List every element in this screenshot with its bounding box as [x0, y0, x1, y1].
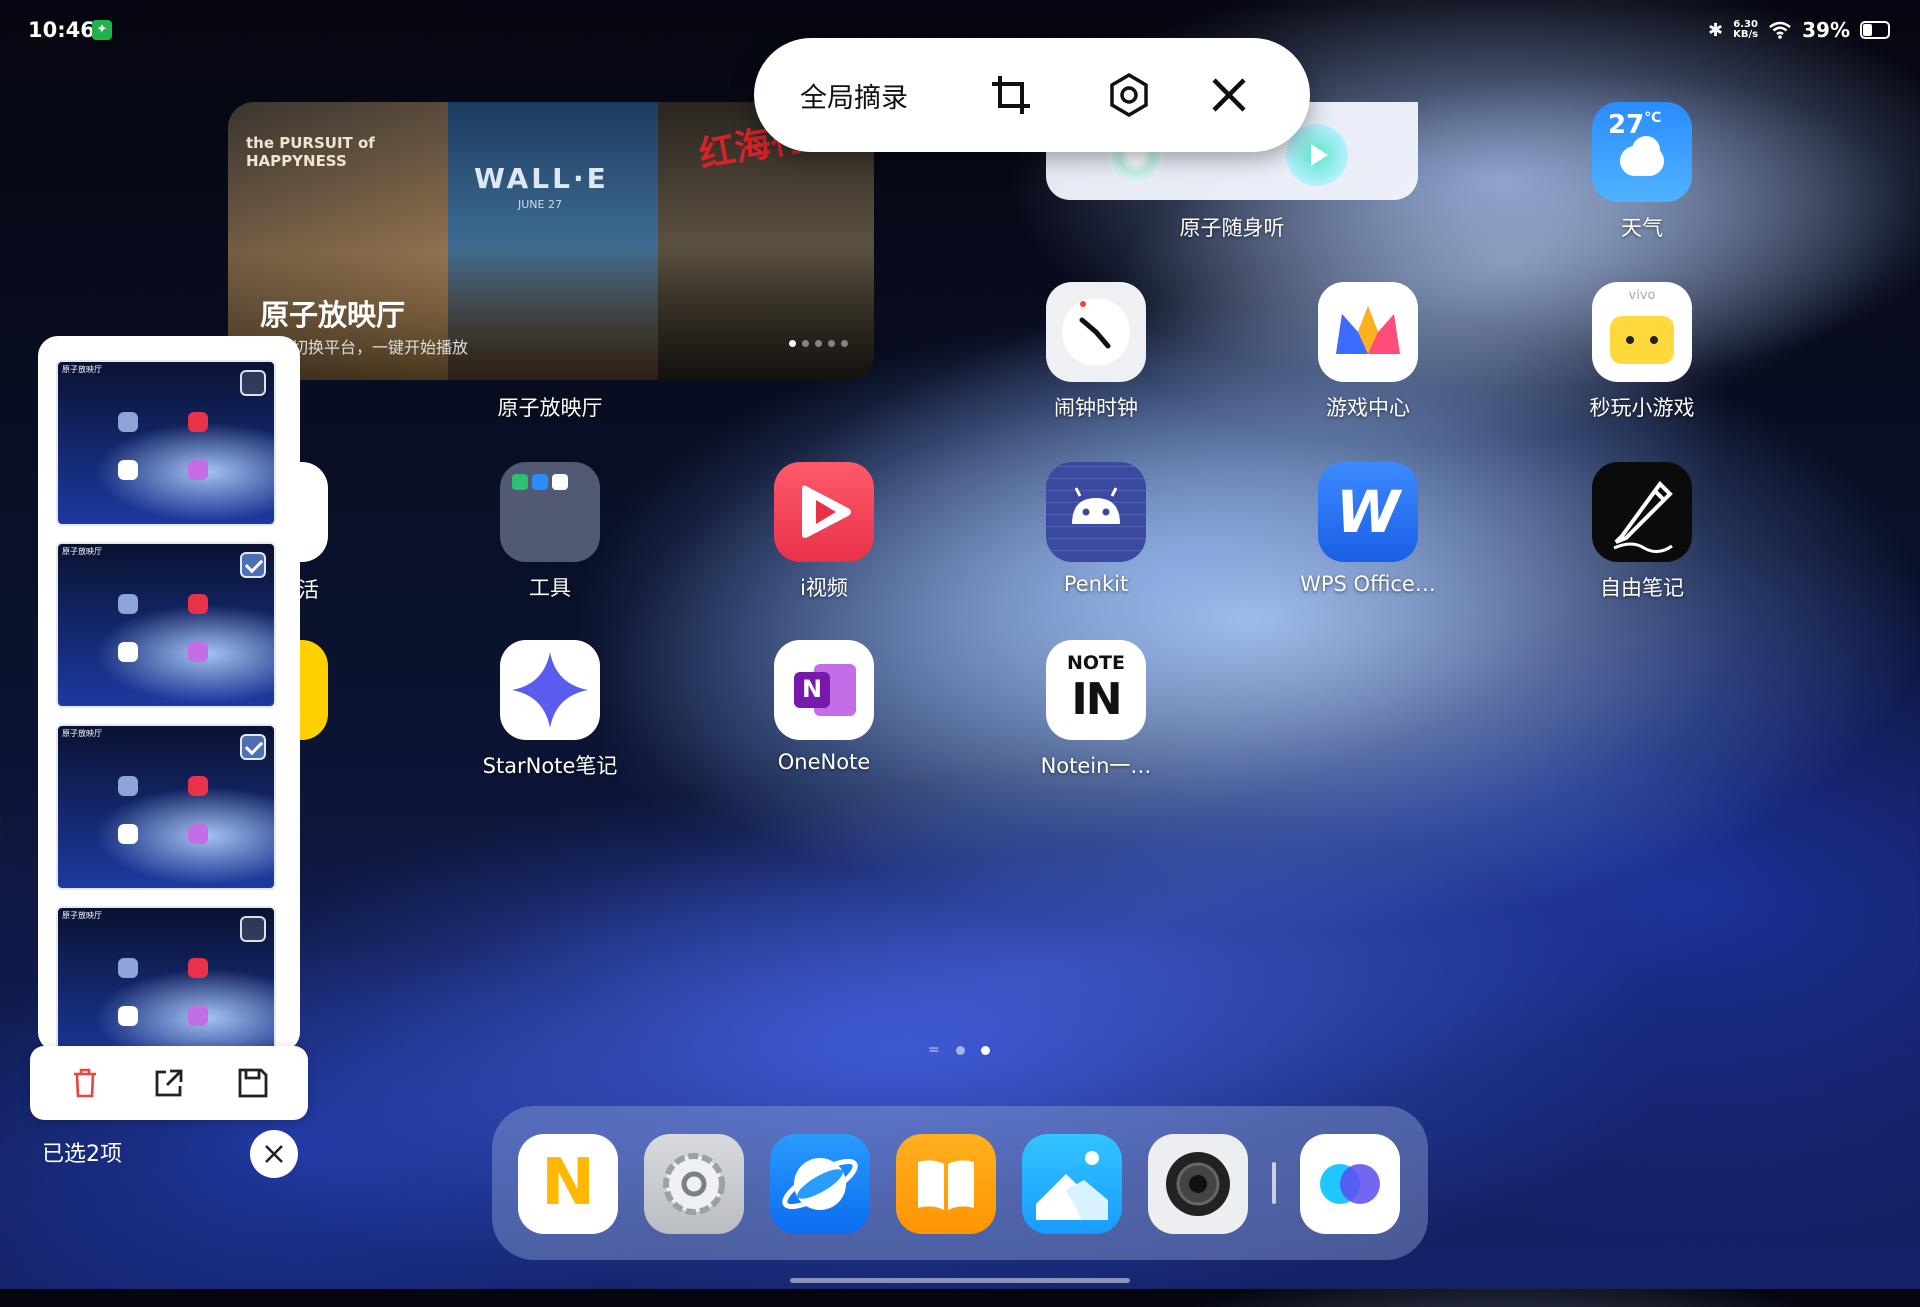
- battery-percent: 39%: [1802, 18, 1850, 42]
- capture-toolbar: 全局摘录: [754, 38, 1310, 152]
- thumbnail-checkbox[interactable]: [240, 916, 266, 942]
- widget-title: 原子放映厅: [260, 298, 406, 332]
- app-weather[interactable]: 27℃ 天气: [1552, 102, 1732, 242]
- screenshot-thumbnail[interactable]: 原子放映厅: [56, 542, 276, 708]
- carousel-dots: [789, 340, 848, 347]
- app-clock[interactable]: 闹钟时钟: [1006, 282, 1186, 422]
- android-icon: [1046, 462, 1146, 562]
- app-tools-folder[interactable]: 工具: [460, 462, 640, 602]
- selection-actions: [30, 1046, 308, 1120]
- selected-count: 已选2项: [42, 1142, 122, 1167]
- close-icon: [265, 1145, 283, 1163]
- page-indicator-menu: =: [928, 1042, 940, 1058]
- weather-icon: 27℃: [1592, 102, 1692, 202]
- poster-title: the PURSUIT of HAPPYNESS: [246, 134, 375, 170]
- star-icon: [500, 640, 600, 740]
- app-penkit[interactable]: Penkit: [1006, 462, 1186, 596]
- thumbnail-checkbox-checked[interactable]: [240, 734, 266, 760]
- share-icon[interactable]: [150, 1064, 188, 1102]
- photo-icon[interactable]: [1022, 1134, 1122, 1234]
- app-free-notes[interactable]: 自由笔记: [1552, 462, 1732, 602]
- screenshot-thumbnail[interactable]: 原子放映厅: [56, 360, 276, 526]
- settings-icon[interactable]: [1106, 72, 1152, 118]
- book-icon[interactable]: [896, 1134, 996, 1234]
- page-dot: [955, 1045, 965, 1055]
- net-speed: 6.30 KB/s: [1733, 19, 1759, 40]
- game-center-icon: [1318, 282, 1418, 382]
- page-indicator[interactable]: =: [928, 1042, 990, 1058]
- widget-label: 原子放映厅: [497, 396, 603, 420]
- close-selection-button[interactable]: [250, 1130, 298, 1178]
- walle-logo: WALL·E: [474, 162, 609, 195]
- pen-icon: [1592, 462, 1692, 562]
- dock-separator: [1272, 1162, 1276, 1204]
- gear-icon[interactable]: [644, 1134, 744, 1234]
- onenote-icon: N: [774, 640, 874, 740]
- vivo-brand: vivo: [1628, 288, 1656, 303]
- app-starnote[interactable]: StarNote笔记: [460, 640, 640, 780]
- app-mini-games[interactable]: vivo 秒玩小游戏: [1552, 282, 1732, 422]
- close-icon[interactable]: [1206, 72, 1252, 118]
- selection-tray: 原子放映厅 原子放映厅 原子放映厅 原子放映厅: [38, 336, 300, 1052]
- bluetooth-icon: ✱: [1708, 19, 1724, 41]
- crop-icon[interactable]: [988, 72, 1034, 118]
- movie-widget[interactable]: the PURSUIT of HAPPYNESS WALL·E JUNE 27 …: [228, 102, 874, 380]
- home-indicator[interactable]: [790, 1278, 1130, 1283]
- battery-icon: [1860, 21, 1890, 39]
- app-game-center[interactable]: 游戏中心: [1278, 282, 1458, 422]
- wps-icon: W: [1318, 462, 1418, 562]
- clock-icon: [1046, 282, 1146, 382]
- page-dot-active: [980, 1045, 990, 1055]
- screenshot-thumbnail[interactable]: 原子放映厅: [56, 906, 276, 1052]
- app-onenote[interactable]: N OneNote: [734, 640, 914, 774]
- partial-app-label: 活: [298, 578, 319, 602]
- app-notein[interactable]: NOTE IN Notein一…: [1006, 640, 1186, 780]
- music-widget-label: 原子随身听: [1179, 216, 1285, 240]
- circles-icon[interactable]: [1300, 1134, 1400, 1234]
- thumbnail-checkbox-checked[interactable]: [240, 552, 266, 578]
- mini-games-icon: vivo: [1592, 282, 1692, 382]
- dock: N: [492, 1106, 1428, 1260]
- play-icon[interactable]: [1286, 124, 1348, 186]
- delete-icon[interactable]: [66, 1064, 104, 1102]
- status-right: ✱ 6.30 KB/s 39%: [1708, 18, 1890, 42]
- status-time: 10:46: [28, 18, 95, 42]
- screenshot-thumbnail[interactable]: 原子放映厅: [56, 724, 276, 890]
- notification-icon: ✦: [92, 20, 112, 40]
- app-wps[interactable]: W WPS Office…: [1278, 462, 1458, 596]
- camera-icon[interactable]: [1148, 1134, 1248, 1234]
- save-icon[interactable]: [234, 1064, 272, 1102]
- browser-icon[interactable]: [770, 1134, 870, 1234]
- video-play-icon: [774, 462, 874, 562]
- global-capture-label[interactable]: 全局摘录: [800, 76, 908, 115]
- tools-folder-icon: [500, 462, 600, 562]
- notein-icon: NOTE IN: [1046, 640, 1146, 740]
- thumbnail-checkbox[interactable]: [240, 370, 266, 396]
- walle-date: JUNE 27: [518, 198, 562, 211]
- wifi-icon: [1769, 21, 1791, 39]
- app-ivideo[interactable]: i视频: [734, 462, 914, 602]
- n-notes-icon[interactable]: N: [518, 1134, 618, 1234]
